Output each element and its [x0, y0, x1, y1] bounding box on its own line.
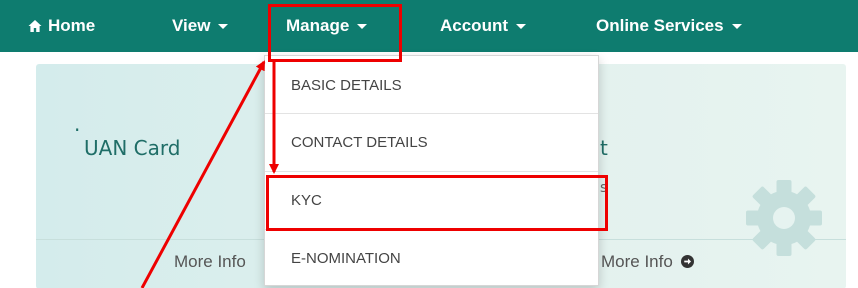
- annotation-arrows: [140, 60, 279, 288]
- pointer-arrow-to-manage: [140, 60, 266, 288]
